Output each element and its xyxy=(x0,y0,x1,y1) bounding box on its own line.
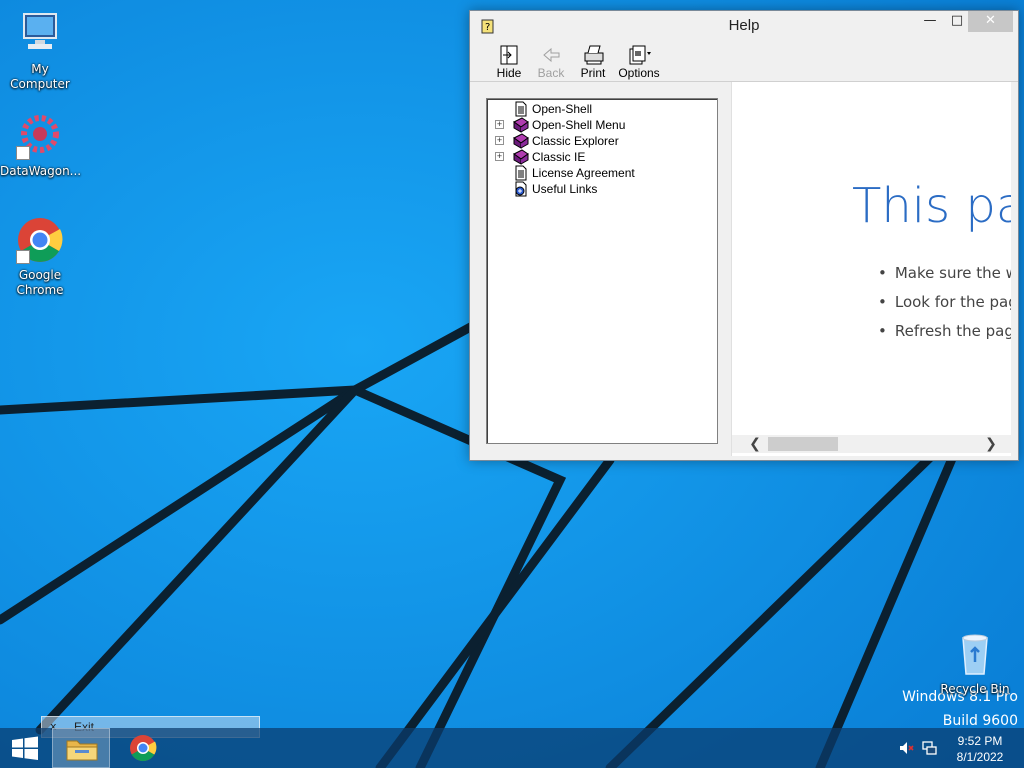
close-button[interactable]: ✕ xyxy=(968,11,1013,32)
hide-label: Hide xyxy=(496,66,522,80)
desktop-icon-label: DataWagon... xyxy=(0,164,82,178)
tree-item-label: Classic Explorer xyxy=(532,134,619,148)
book-icon xyxy=(513,149,529,165)
computer-icon xyxy=(16,10,64,58)
back-button[interactable]: Back xyxy=(530,44,572,80)
folder-icon xyxy=(66,740,98,761)
minimize-icon: — xyxy=(923,13,937,28)
expand-plus-icon[interactable]: + xyxy=(495,136,504,145)
options-button[interactable]: Options xyxy=(615,44,663,80)
windows-logo-icon xyxy=(12,736,38,760)
title-bar[interactable]: ? Help — □ ✕ xyxy=(470,11,1018,41)
page-icon xyxy=(515,101,527,117)
help-window[interactable]: ? Help — □ ✕ Hide Back Print Options Ope… xyxy=(469,10,1019,461)
scroll-right-icon[interactable]: ❯ xyxy=(982,435,1000,453)
back-arrow-icon xyxy=(543,47,560,63)
expand-plus-icon[interactable]: + xyxy=(495,152,504,161)
print-button[interactable]: Print xyxy=(572,44,614,80)
printer-icon xyxy=(584,45,604,65)
taskbar-file-explorer[interactable] xyxy=(52,728,110,768)
shortcut-arrow-icon xyxy=(16,250,30,264)
scroll-left-icon[interactable]: ❮ xyxy=(746,435,764,453)
desktop-icon-recycle-bin[interactable]: Recycle Bin xyxy=(935,630,1015,697)
close-icon: ✕ xyxy=(985,13,996,28)
back-label: Back xyxy=(537,66,565,80)
desktop-icon-label: My Computer xyxy=(10,62,70,91)
clock-date: 8/1/2022 xyxy=(956,750,1004,764)
maximize-icon: □ xyxy=(950,13,964,28)
help-content-pane[interactable]: This pag Make sure the wel Look for the … xyxy=(731,82,1011,456)
scroll-thumb[interactable] xyxy=(768,437,838,451)
taskbar-clock[interactable]: 9:52 PM 8/1/2022 xyxy=(944,733,1016,765)
expand-plus-icon[interactable]: + xyxy=(495,120,504,129)
clock-time: 9:52 PM xyxy=(957,734,1003,748)
options-label: Options xyxy=(618,66,660,80)
web-page-icon xyxy=(515,181,527,197)
taskbar-google-chrome[interactable] xyxy=(114,728,172,768)
shortcut-arrow-icon xyxy=(16,146,30,160)
desktop-icon-label: Recycle Bin xyxy=(940,682,1010,696)
network-icon[interactable] xyxy=(921,740,937,756)
page-error-heading: This pag xyxy=(852,178,1011,234)
tree-item-label: Classic IE xyxy=(532,150,586,164)
chrome-icon xyxy=(130,735,157,762)
print-label: Print xyxy=(580,66,606,80)
minimize-button[interactable]: — xyxy=(915,11,945,32)
list-item: Refresh the page i xyxy=(878,322,1011,351)
desktop-icon-label: Google Chrome xyxy=(16,268,64,297)
tree-item-label: Useful Links xyxy=(532,182,598,196)
desktop-icon-google-chrome[interactable]: Google Chrome xyxy=(0,216,80,298)
recycle-bin-icon xyxy=(951,630,999,678)
desktop-icon-my-computer[interactable]: My Computer xyxy=(0,10,80,92)
book-icon xyxy=(513,133,529,149)
taskbar: 9:52 PM 8/1/2022 xyxy=(0,728,1024,768)
tree-item-label: License Agreement xyxy=(532,166,635,180)
horizontal-scrollbar[interactable]: ❮ ❯ xyxy=(732,435,1011,453)
tree-item-label: Open-Shell xyxy=(532,102,593,116)
hide-icon xyxy=(500,45,518,65)
tree-item-label: Open-Shell Menu xyxy=(532,118,626,132)
book-icon xyxy=(513,117,529,133)
volume-muted-icon[interactable] xyxy=(898,740,914,756)
contents-tree[interactable]: Open-Shell + Open-Shell Menu + Classic E… xyxy=(486,98,718,444)
start-button[interactable] xyxy=(0,728,50,768)
datawagon-icon xyxy=(16,112,64,160)
desktop-icon-datawagon[interactable]: DataWagon... xyxy=(0,112,82,179)
hide-button[interactable]: Hide xyxy=(488,44,530,80)
options-icon xyxy=(629,45,651,65)
page-icon xyxy=(515,165,527,181)
error-suggestions-list: Make sure the wel Look for the page Refr… xyxy=(878,264,1011,351)
chrome-icon xyxy=(16,216,64,264)
list-item: Make sure the wel xyxy=(878,264,1011,293)
list-item: Look for the page xyxy=(878,293,1011,322)
